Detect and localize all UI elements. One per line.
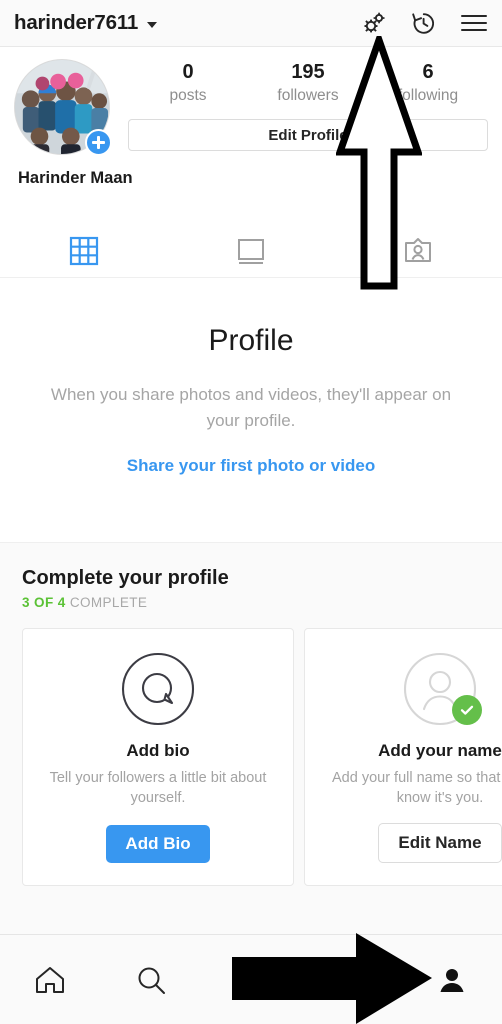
card-add-bio-title: Add bio (126, 741, 190, 760)
stat-following-value: 6 (422, 61, 434, 83)
nav-search[interactable] (100, 962, 200, 998)
complete-profile-title: Complete your profile (22, 567, 229, 589)
heart-icon (339, 970, 364, 992)
person-filled-icon (440, 968, 464, 992)
header-username: harinder7611 (14, 11, 139, 34)
profile-stats: 0 posts 195 followers 6 following (128, 59, 488, 107)
empty-state-description: When you share photos and videos, they'l… (50, 385, 452, 430)
app-header: harinder7611 (0, 0, 502, 47)
progress-label: COMPLETE (69, 595, 148, 610)
profile-full-name: Harinder Maan (18, 169, 133, 187)
instagram-profile-screen: harinder7611 0 posts 195 followers 6 fol… (0, 0, 502, 1024)
bottom-navigation (0, 934, 502, 1024)
search-icon (138, 967, 165, 994)
card-add-name-title: Add your name (378, 741, 502, 760)
profile-tabs (0, 224, 502, 278)
stat-posts-label: posts (169, 87, 207, 104)
complete-profile-cards: Add bio Tell your followers a little bit… (0, 610, 502, 886)
completed-check-badge (452, 695, 482, 725)
complete-profile-progress: 3 OF 4 COMPLETE (22, 595, 480, 610)
avatar-wrapper[interactable] (14, 59, 112, 156)
header-actions (361, 10, 488, 37)
stat-following[interactable]: 6 following (368, 59, 488, 107)
stat-following-label: following (397, 87, 459, 104)
card-add-name-action: Edit Name (378, 823, 502, 863)
home-icon (36, 966, 65, 993)
card-add-name-description: Add your full name so that friends know … (331, 770, 502, 806)
progress-count: 3 OF 4 (22, 595, 66, 610)
card-add-name[interactable]: Add your name Add your full name so that… (304, 628, 502, 886)
profile-summary: 0 posts 195 followers 6 following Edit P… (0, 47, 502, 156)
archive-history-icon[interactable] (410, 10, 437, 37)
edit-profile-button[interactable]: Edit Profile (128, 119, 488, 151)
nav-reels[interactable] (201, 962, 301, 998)
card-add-bio-action: Add Bio (106, 825, 210, 863)
reels-icon (237, 966, 266, 993)
person-circle-icon (402, 651, 482, 727)
tab-tagged[interactable] (335, 235, 502, 267)
stat-posts-value: 0 (182, 61, 194, 83)
add-story-plus-badge[interactable] (85, 129, 112, 156)
share-first-photo-link[interactable]: Share your first photo or video (127, 456, 375, 476)
bio-speech-bubble-icon (120, 651, 196, 727)
tab-list[interactable] (167, 235, 334, 267)
complete-profile-header: Complete your profile 3 OF 4 COMPLETE (0, 567, 502, 610)
stat-followers[interactable]: 195 followers (248, 59, 368, 107)
settings-gears-icon[interactable] (361, 10, 387, 36)
chevron-down-icon (147, 21, 158, 28)
stat-followers-label: followers (277, 87, 339, 104)
card-add-bio-description: Tell your followers a little bit about y… (49, 770, 267, 806)
profile-right-column: 0 posts 195 followers 6 following Edit P… (110, 59, 488, 155)
add-bio-button[interactable]: Add Bio (106, 825, 210, 863)
account-switcher[interactable]: harinder7611 (14, 11, 158, 35)
stat-posts[interactable]: 0 posts (128, 59, 248, 107)
hamburger-menu-icon[interactable] (460, 12, 488, 34)
empty-state: Profile When you share photos and videos… (0, 278, 502, 476)
nav-home[interactable] (0, 962, 100, 998)
empty-state-title: Profile (208, 324, 294, 357)
nav-activity[interactable] (301, 962, 401, 998)
tab-grid[interactable] (0, 236, 167, 266)
card-add-bio[interactable]: Add bio Tell your followers a little bit… (22, 628, 294, 886)
stat-followers-value: 195 (291, 61, 325, 83)
nav-profile[interactable] (402, 962, 502, 998)
edit-name-button[interactable]: Edit Name (378, 823, 502, 863)
